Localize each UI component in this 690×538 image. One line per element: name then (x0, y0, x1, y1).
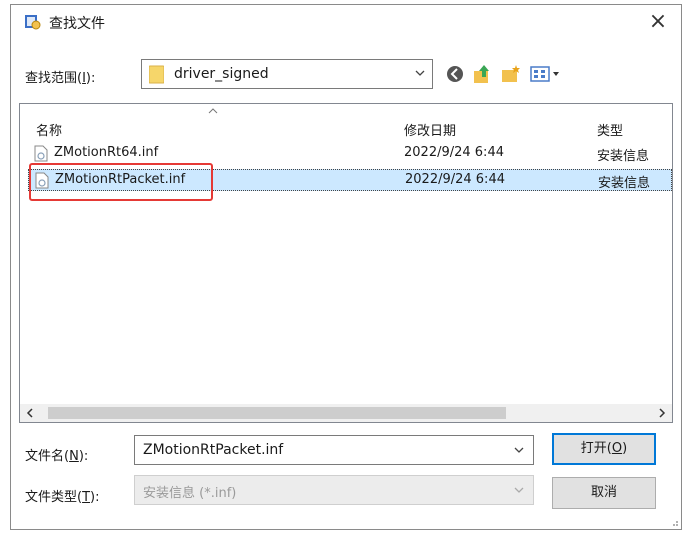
look-in-value: driver_signed (174, 66, 269, 82)
chevron-down-icon (514, 487, 524, 493)
sort-ascending-icon (208, 108, 218, 114)
horizontal-scrollbar[interactable] (20, 404, 672, 422)
chevron-down-icon (415, 70, 425, 76)
file-list[interactable]: 名称 修改日期 类型 ZMotionRt64.inf 2022/9/24 6:4… (19, 103, 673, 423)
scroll-right-icon[interactable] (656, 405, 668, 421)
file-row[interactable]: ZMotionRt64.inf 2022/9/24 6:44 安装信息 (28, 143, 672, 165)
close-button[interactable]: × (639, 8, 677, 38)
scrollbar-thumb[interactable] (48, 407, 506, 419)
up-folder-button[interactable] (472, 63, 492, 85)
file-type: 安装信息 (597, 149, 650, 164)
look-in-dropdown[interactable]: driver_signed (141, 59, 433, 89)
filetype-value: 安装信息 (*.inf) (143, 486, 237, 501)
annotation-highlight (29, 163, 213, 201)
chevron-down-icon[interactable] (513, 442, 525, 458)
inf-file-icon (34, 145, 48, 162)
filetype-label: 文件类型(T): (25, 490, 100, 505)
scroll-left-icon[interactable] (24, 405, 36, 421)
open-button[interactable]: 打开(O) (552, 433, 656, 465)
column-header-name[interactable]: 名称 (36, 120, 62, 139)
filetype-dropdown[interactable]: 安装信息 (*.inf) (134, 475, 534, 505)
filename-label: 文件名(N): (25, 449, 89, 464)
column-header-modified[interactable]: 修改日期 (404, 120, 456, 139)
file-name: ZMotionRt64.inf (54, 145, 159, 160)
file-type: 安装信息 (598, 176, 651, 191)
find-file-dialog: 查找文件 × 查找范围(I): driver_signed 名称 修改日期 类型… (10, 4, 682, 530)
window-title: 查找文件 (49, 16, 105, 32)
folder-icon (149, 65, 164, 84)
view-menu-button[interactable] (529, 63, 563, 85)
title-bar: 查找文件 × (11, 5, 681, 41)
look-in-label: 查找范围(I): (25, 71, 96, 86)
column-header-type[interactable]: 类型 (597, 120, 623, 139)
cancel-button[interactable]: 取消 (552, 477, 656, 509)
back-button[interactable] (446, 63, 464, 85)
filename-value: ZMotionRtPacket.inf (143, 442, 284, 458)
resize-grip-icon[interactable] (669, 517, 679, 527)
new-folder-button[interactable] (500, 63, 522, 85)
filename-input[interactable]: ZMotionRtPacket.inf (134, 435, 534, 465)
file-date: 2022/9/24 6:44 (404, 145, 504, 160)
file-date: 2022/9/24 6:44 (405, 172, 505, 187)
app-icon (25, 15, 41, 30)
